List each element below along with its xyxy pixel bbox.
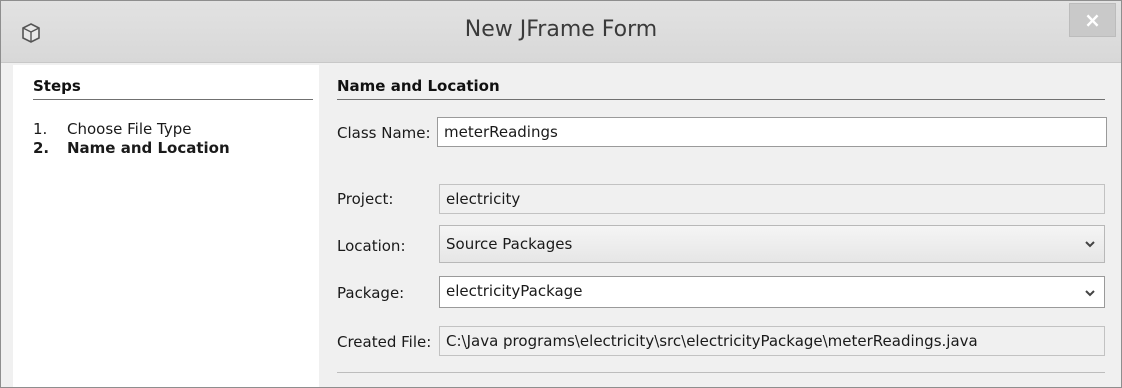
window-title: New JFrame Form bbox=[464, 17, 658, 42]
location-selected-value: Source Packages bbox=[446, 235, 573, 253]
created-file-label: Created File: bbox=[337, 333, 432, 351]
section-divider bbox=[337, 99, 1105, 100]
close-button[interactable]: × bbox=[1069, 3, 1116, 37]
location-dropdown[interactable]: Source Packages bbox=[439, 225, 1105, 263]
step-number: 2. bbox=[33, 139, 50, 157]
created-file-field: C:\Java programs\electricity\src\electri… bbox=[439, 326, 1105, 356]
steps-heading: Steps bbox=[33, 77, 81, 95]
step-number: 1. bbox=[33, 120, 48, 138]
chevron-down-icon[interactable] bbox=[1084, 287, 1096, 299]
title-bar[interactable]: New JFrame Form × bbox=[1, 1, 1121, 63]
chevron-down-icon bbox=[1085, 241, 1095, 248]
step-label: Choose File Type bbox=[67, 120, 192, 138]
step-name-and-location: 2. Name and Location bbox=[33, 139, 230, 157]
package-input-value: electricityPackage bbox=[446, 282, 583, 300]
class-name-input[interactable]: meterReadings bbox=[437, 117, 1107, 147]
section-heading: Name and Location bbox=[337, 77, 500, 95]
steps-divider bbox=[33, 99, 313, 100]
package-combobox[interactable]: electricityPackage bbox=[439, 276, 1105, 308]
step-choose-file-type: 1. Choose File Type bbox=[33, 120, 191, 138]
project-label: Project: bbox=[337, 190, 394, 208]
location-label: Location: bbox=[337, 237, 406, 255]
close-icon: × bbox=[1084, 8, 1101, 32]
bottom-divider bbox=[337, 372, 1105, 373]
project-field: electricity bbox=[439, 184, 1105, 214]
step-label: Name and Location bbox=[67, 139, 230, 157]
package-label: Package: bbox=[337, 284, 405, 302]
steps-panel: Steps 1. Choose File Type 2. Name and Loca… bbox=[13, 65, 319, 387]
dialog-window: New JFrame Form × Steps 1. Choose File Ty… bbox=[0, 0, 1122, 388]
class-name-label: Class Name: bbox=[337, 124, 431, 142]
